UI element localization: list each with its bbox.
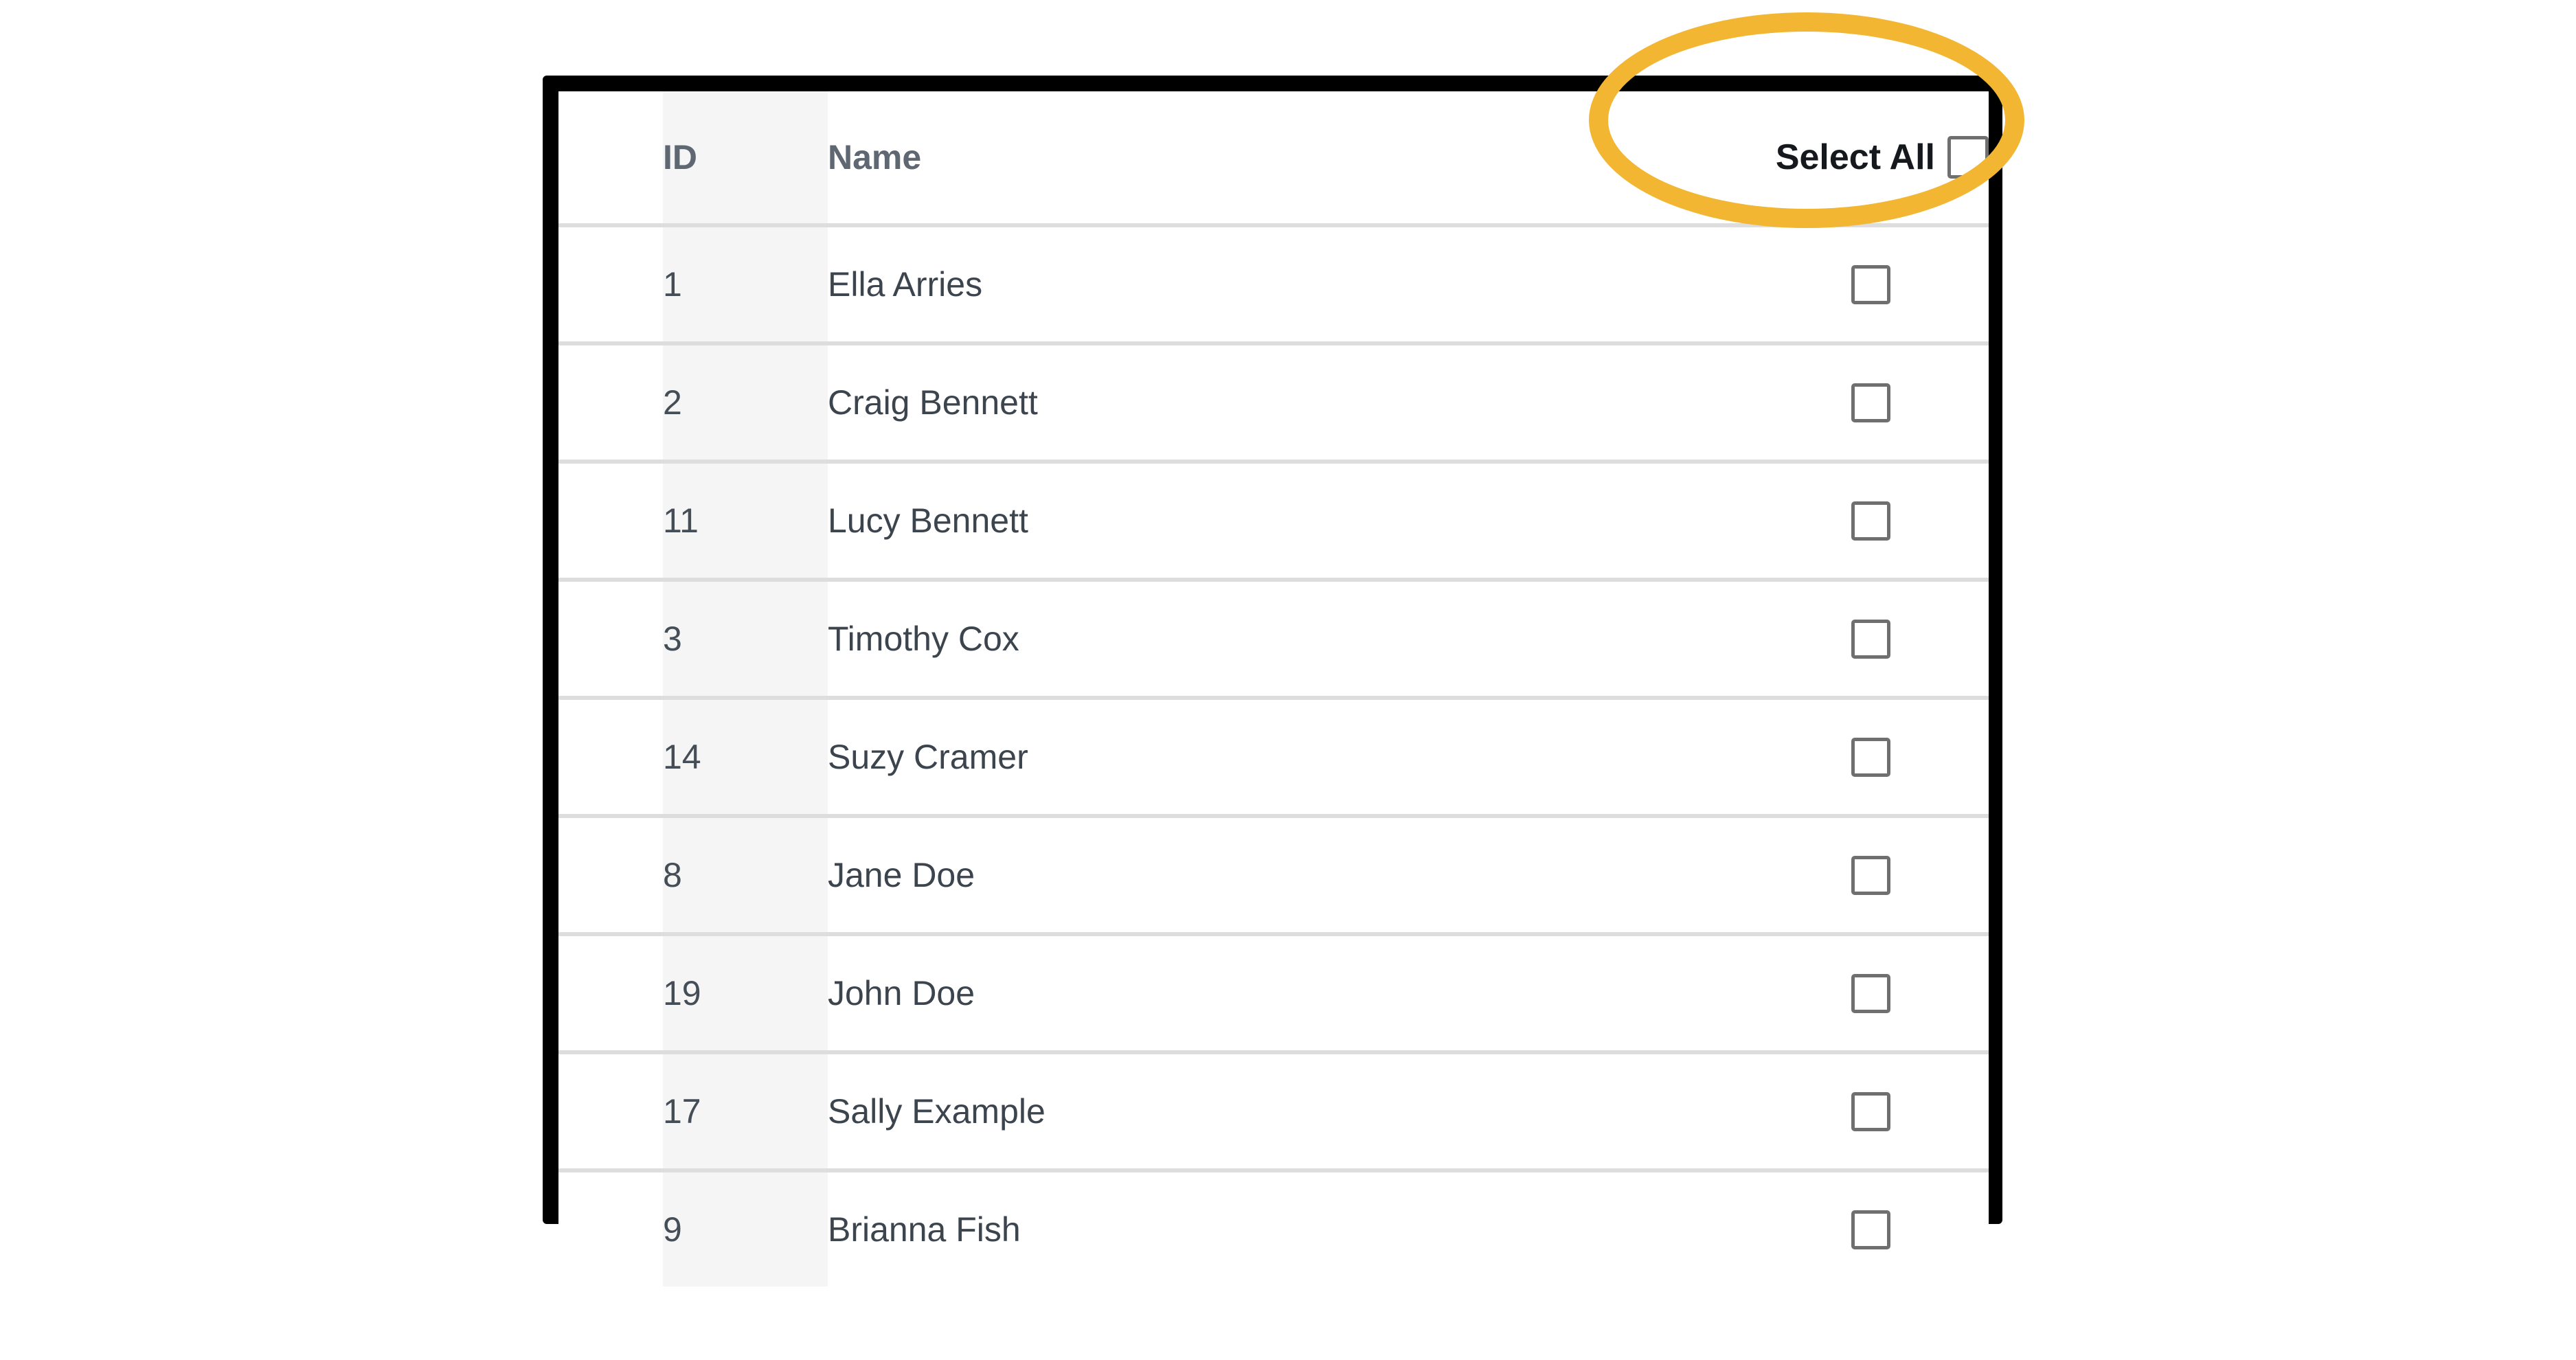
cell-id: 1	[663, 225, 828, 343]
cell-id: 14	[663, 698, 828, 816]
row-gutter-cell	[558, 462, 663, 580]
cell-select	[1714, 934, 1989, 1052]
table-row[interactable]: 1Ella Arries	[558, 225, 1989, 343]
row-gutter-cell	[558, 580, 663, 698]
table-row[interactable]: 2Craig Bennett	[558, 343, 1989, 462]
row-checkbox-wrapper	[1714, 1092, 1989, 1131]
cell-name: Sally Example	[828, 1052, 1714, 1170]
cell-id: 19	[663, 934, 828, 1052]
cell-name: John Doe	[828, 934, 1714, 1052]
row-select-checkbox[interactable]	[1851, 620, 1890, 659]
cell-select	[1714, 343, 1989, 462]
cell-select	[1714, 1052, 1989, 1170]
row-gutter-cell	[558, 934, 663, 1052]
row-select-checkbox[interactable]	[1851, 1210, 1890, 1249]
row-select-checkbox[interactable]	[1851, 974, 1890, 1013]
row-gutter-cell	[558, 698, 663, 816]
cell-id: 9	[663, 1170, 828, 1287]
cell-id: 2	[663, 343, 828, 462]
cell-name: Craig Bennett	[828, 343, 1714, 462]
cell-select	[1714, 816, 1989, 934]
row-checkbox-wrapper	[1714, 974, 1989, 1013]
row-checkbox-wrapper	[1714, 738, 1989, 777]
cell-id: 3	[663, 580, 828, 698]
column-header-id[interactable]: ID	[663, 91, 828, 225]
row-select-checkbox[interactable]	[1851, 383, 1890, 422]
cell-name: Timothy Cox	[828, 580, 1714, 698]
table-row[interactable]: 3Timothy Cox	[558, 580, 1989, 698]
cell-name: Suzy Cramer	[828, 698, 1714, 816]
cell-name: Lucy Bennett	[828, 462, 1714, 580]
table-row[interactable]: 19John Doe	[558, 934, 1989, 1052]
cell-select	[1714, 225, 1989, 343]
cell-select	[1714, 1170, 1989, 1287]
cell-name: Ella Arries	[828, 225, 1714, 343]
column-header-select-all: Select All	[1714, 91, 1989, 225]
row-select-checkbox[interactable]	[1851, 1092, 1890, 1131]
row-checkbox-wrapper	[1714, 501, 1989, 541]
row-gutter-cell	[558, 343, 663, 462]
table-row[interactable]: 8Jane Doe	[558, 816, 1989, 934]
table-header: ID Name Select All	[558, 91, 1989, 225]
row-gutter-cell	[558, 816, 663, 934]
cell-name: Brianna Fish	[828, 1170, 1714, 1287]
row-checkbox-wrapper	[1714, 620, 1989, 659]
screenshot-frame: ID Name Select All 1Ella Arries2Craig Be…	[543, 76, 2002, 1224]
cell-select	[1714, 698, 1989, 816]
row-gutter-cell	[558, 1052, 663, 1170]
row-select-checkbox[interactable]	[1851, 501, 1890, 541]
table-header-row: ID Name Select All	[558, 91, 1989, 225]
row-select-checkbox[interactable]	[1851, 856, 1890, 895]
row-checkbox-wrapper	[1714, 265, 1989, 304]
row-gutter-cell	[558, 225, 663, 343]
row-checkbox-wrapper	[1714, 856, 1989, 895]
row-select-checkbox[interactable]	[1851, 265, 1890, 304]
cell-name: Jane Doe	[828, 816, 1714, 934]
table-row[interactable]: 9Brianna Fish	[558, 1170, 1989, 1287]
cell-id: 17	[663, 1052, 828, 1170]
select-all-checkbox[interactable]	[1947, 136, 1989, 179]
row-gutter-cell	[558, 1170, 663, 1287]
table-body: 1Ella Arries2Craig Bennett11Lucy Bennett…	[558, 225, 1989, 1287]
row-checkbox-wrapper	[1714, 383, 1989, 422]
cell-select	[1714, 462, 1989, 580]
cell-id: 8	[663, 816, 828, 934]
table-row[interactable]: 14Suzy Cramer	[558, 698, 1989, 816]
cell-select	[1714, 580, 1989, 698]
cell-id: 11	[663, 462, 828, 580]
table-row[interactable]: 11Lucy Bennett	[558, 462, 1989, 580]
table-row[interactable]: 17Sally Example	[558, 1052, 1989, 1170]
header-gutter-cell	[558, 91, 663, 225]
select-all-label: Select All	[1776, 137, 1935, 177]
user-table: ID Name Select All 1Ella Arries2Craig Be…	[558, 91, 1989, 1287]
row-select-checkbox[interactable]	[1851, 738, 1890, 777]
column-header-name[interactable]: Name	[828, 91, 1714, 225]
row-checkbox-wrapper	[1714, 1210, 1989, 1249]
